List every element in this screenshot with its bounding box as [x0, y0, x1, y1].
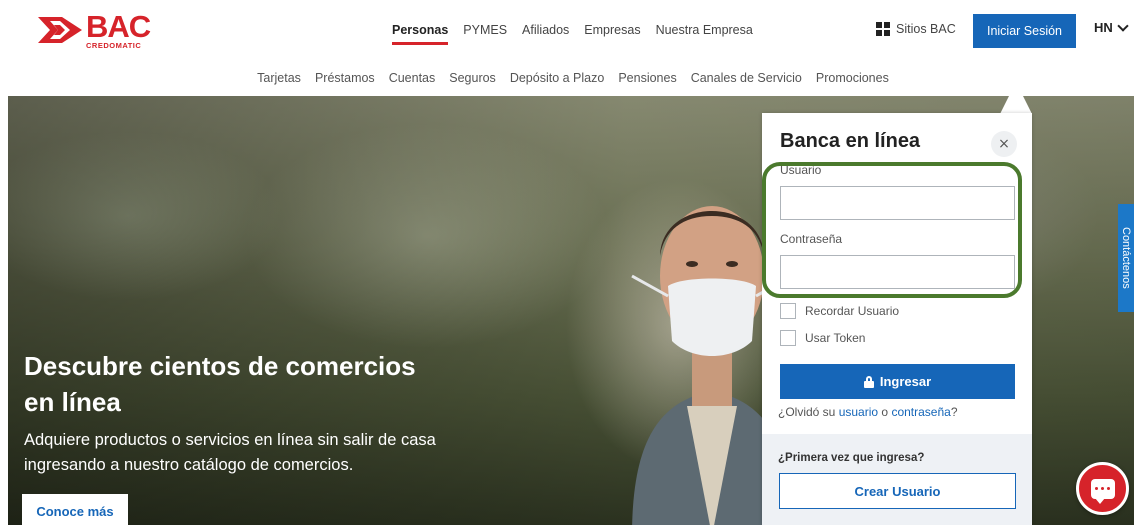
grid-icon	[876, 22, 890, 36]
logo-name: BAC	[86, 8, 151, 44]
subnav-tarjetas[interactable]: Tarjetas	[257, 71, 301, 85]
login-panel-title: Banca en línea	[780, 130, 921, 152]
login-panel: Banca en línea × Usuario Contraseña Reco…	[762, 113, 1032, 525]
forgot-user-link[interactable]: usuario	[839, 405, 878, 419]
nav-pymes[interactable]: PYMES	[463, 17, 507, 43]
chevron-down-icon	[1117, 19, 1129, 32]
subnav-pensiones[interactable]: Pensiones	[618, 71, 676, 85]
crear-usuario-button[interactable]: Crear Usuario	[779, 473, 1016, 509]
forgot-password-link[interactable]: contraseña	[891, 405, 950, 419]
logo-subname: CREDOMATIC	[86, 40, 142, 50]
ingresar-button[interactable]: Ingresar	[780, 364, 1015, 399]
subnav-canales-servicio[interactable]: Canales de Servicio	[691, 71, 802, 85]
nav-nuestra-empresa[interactable]: Nuestra Empresa	[656, 17, 753, 43]
country-selector[interactable]: HN	[1094, 19, 1129, 35]
nav-afiliados[interactable]: Afiliados	[522, 17, 569, 43]
contact-side-tab-label: Contáctenos	[1120, 227, 1132, 289]
ingresar-label: Ingresar	[879, 374, 932, 389]
hero-title: Descubre cientos de comercios en línea	[24, 351, 416, 417]
hero-description: Adquiere productos o servicios en línea …	[24, 431, 436, 474]
conoce-mas-button[interactable]: Conoce más	[22, 494, 128, 525]
subnav-seguros[interactable]: Seguros	[449, 71, 496, 85]
chat-button[interactable]	[1076, 462, 1129, 515]
sub-nav: Tarjetas Préstamos Cuentas Seguros Depós…	[0, 60, 1134, 96]
bac-logo[interactable]: BAC CREDOMATIC	[36, 10, 156, 50]
subnav-prestamos[interactable]: Préstamos	[315, 71, 375, 85]
contact-side-tab[interactable]: Contáctenos	[1118, 204, 1134, 312]
subnav-deposito-plazo[interactable]: Depósito a Plazo	[510, 71, 605, 85]
use-token-checkbox-row[interactable]: Usar Token	[780, 330, 865, 346]
sitios-bac-label: Sitios BAC	[896, 22, 956, 36]
password-input[interactable]	[780, 255, 1015, 289]
iniciar-sesion-button[interactable]: Iniciar Sesión	[973, 14, 1076, 48]
remember-user-checkbox-row[interactable]: Recordar Usuario	[780, 303, 899, 319]
use-token-label: Usar Token	[805, 331, 866, 345]
use-token-checkbox[interactable]	[780, 330, 796, 346]
username-input[interactable]	[780, 186, 1015, 220]
subnav-cuentas[interactable]: Cuentas	[389, 71, 436, 85]
top-header: BAC CREDOMATIC Personas PYMES Afiliados …	[0, 0, 1134, 60]
username-label: Usuario	[780, 163, 822, 177]
remember-user-checkbox[interactable]	[780, 303, 796, 319]
remember-user-label: Recordar Usuario	[805, 304, 900, 318]
first-time-label: ¿Primera vez que ingresa?	[778, 452, 925, 464]
subnav-promociones[interactable]: Promociones	[816, 71, 889, 85]
login-panel-caret	[1000, 82, 1032, 114]
password-label: Contraseña	[780, 232, 843, 246]
bac-logo-icon	[38, 17, 82, 43]
login-panel-footer: ¿Primera vez que ingresa? Crear Usuario	[762, 434, 1032, 525]
chat-icon	[1090, 478, 1115, 504]
close-icon[interactable]: ×	[991, 131, 1017, 157]
nav-empresas[interactable]: Empresas	[584, 17, 640, 43]
main-nav: Personas PYMES Afiliados Empresas Nuestr…	[392, 0, 753, 60]
lock-icon	[863, 375, 874, 388]
forgot-credentials: ¿Olvidó su usuario o contraseña?	[778, 405, 958, 419]
sitios-bac-link[interactable]: Sitios BAC	[876, 22, 956, 36]
country-code: HN	[1094, 20, 1113, 35]
nav-personas[interactable]: Personas	[392, 17, 449, 45]
